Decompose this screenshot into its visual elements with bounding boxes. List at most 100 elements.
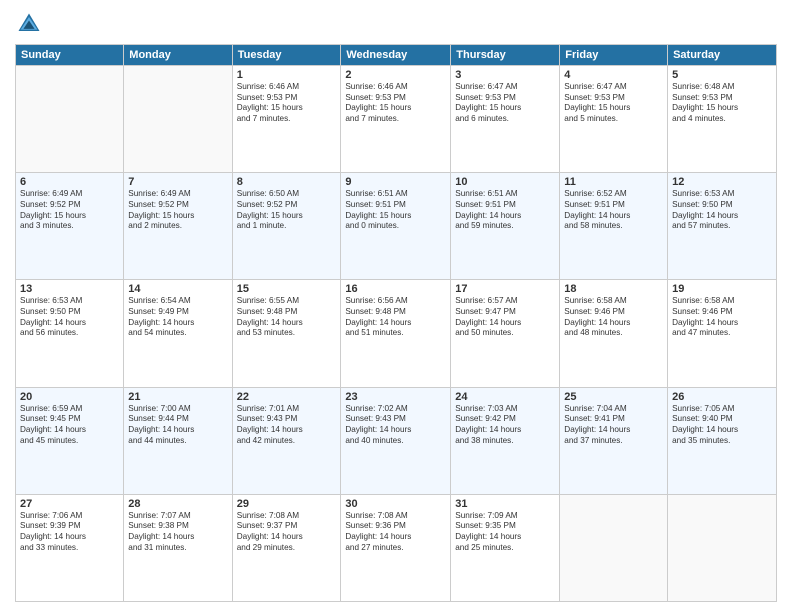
calendar-cell: 7Sunrise: 6:49 AM Sunset: 9:52 PM Daylig… (124, 173, 232, 280)
day-number: 25 (564, 391, 663, 403)
calendar-cell: 9Sunrise: 6:51 AM Sunset: 9:51 PM Daylig… (341, 173, 451, 280)
day-number: 20 (20, 391, 119, 403)
day-info: Sunrise: 6:54 AM Sunset: 9:49 PM Dayligh… (128, 296, 227, 339)
logo (15, 10, 47, 38)
day-info: Sunrise: 6:58 AM Sunset: 9:46 PM Dayligh… (564, 296, 663, 339)
calendar-cell: 10Sunrise: 6:51 AM Sunset: 9:51 PM Dayli… (451, 173, 560, 280)
day-number: 18 (564, 283, 663, 295)
day-info: Sunrise: 6:58 AM Sunset: 9:46 PM Dayligh… (672, 296, 772, 339)
day-number: 24 (455, 391, 555, 403)
calendar-cell: 2Sunrise: 6:46 AM Sunset: 9:53 PM Daylig… (341, 66, 451, 173)
calendar-cell: 3Sunrise: 6:47 AM Sunset: 9:53 PM Daylig… (451, 66, 560, 173)
day-info: Sunrise: 6:48 AM Sunset: 9:53 PM Dayligh… (672, 82, 772, 125)
calendar-cell: 30Sunrise: 7:08 AM Sunset: 9:36 PM Dayli… (341, 494, 451, 601)
calendar-cell: 19Sunrise: 6:58 AM Sunset: 9:46 PM Dayli… (668, 280, 777, 387)
day-number: 23 (345, 391, 446, 403)
day-number: 2 (345, 69, 446, 81)
calendar-cell (16, 66, 124, 173)
calendar-cell: 13Sunrise: 6:53 AM Sunset: 9:50 PM Dayli… (16, 280, 124, 387)
day-number: 21 (128, 391, 227, 403)
day-info: Sunrise: 6:56 AM Sunset: 9:48 PM Dayligh… (345, 296, 446, 339)
calendar-week-row: 6Sunrise: 6:49 AM Sunset: 9:52 PM Daylig… (16, 173, 777, 280)
weekday-header: Sunday (16, 45, 124, 66)
calendar-cell: 22Sunrise: 7:01 AM Sunset: 9:43 PM Dayli… (232, 387, 341, 494)
calendar-cell: 1Sunrise: 6:46 AM Sunset: 9:53 PM Daylig… (232, 66, 341, 173)
day-number: 27 (20, 498, 119, 510)
day-number: 11 (564, 176, 663, 188)
page: SundayMondayTuesdayWednesdayThursdayFrid… (0, 0, 792, 612)
weekday-header: Monday (124, 45, 232, 66)
day-number: 3 (455, 69, 555, 81)
day-info: Sunrise: 7:08 AM Sunset: 9:36 PM Dayligh… (345, 511, 446, 554)
calendar-week-row: 27Sunrise: 7:06 AM Sunset: 9:39 PM Dayli… (16, 494, 777, 601)
calendar-cell: 16Sunrise: 6:56 AM Sunset: 9:48 PM Dayli… (341, 280, 451, 387)
calendar-cell: 14Sunrise: 6:54 AM Sunset: 9:49 PM Dayli… (124, 280, 232, 387)
calendar-cell: 29Sunrise: 7:08 AM Sunset: 9:37 PM Dayli… (232, 494, 341, 601)
header (15, 10, 777, 38)
day-info: Sunrise: 6:51 AM Sunset: 9:51 PM Dayligh… (455, 189, 555, 232)
day-number: 17 (455, 283, 555, 295)
calendar-header-row: SundayMondayTuesdayWednesdayThursdayFrid… (16, 45, 777, 66)
day-info: Sunrise: 6:49 AM Sunset: 9:52 PM Dayligh… (20, 189, 119, 232)
calendar-cell: 21Sunrise: 7:00 AM Sunset: 9:44 PM Dayli… (124, 387, 232, 494)
day-number: 26 (672, 391, 772, 403)
calendar-cell: 18Sunrise: 6:58 AM Sunset: 9:46 PM Dayli… (560, 280, 668, 387)
calendar-cell: 23Sunrise: 7:02 AM Sunset: 9:43 PM Dayli… (341, 387, 451, 494)
day-info: Sunrise: 6:53 AM Sunset: 9:50 PM Dayligh… (672, 189, 772, 232)
calendar-cell: 25Sunrise: 7:04 AM Sunset: 9:41 PM Dayli… (560, 387, 668, 494)
calendar-cell: 4Sunrise: 6:47 AM Sunset: 9:53 PM Daylig… (560, 66, 668, 173)
calendar-cell: 26Sunrise: 7:05 AM Sunset: 9:40 PM Dayli… (668, 387, 777, 494)
day-number: 6 (20, 176, 119, 188)
calendar-cell (560, 494, 668, 601)
day-number: 29 (237, 498, 337, 510)
day-info: Sunrise: 6:55 AM Sunset: 9:48 PM Dayligh… (237, 296, 337, 339)
day-number: 13 (20, 283, 119, 295)
day-number: 5 (672, 69, 772, 81)
logo-icon (15, 10, 43, 38)
calendar-cell: 24Sunrise: 7:03 AM Sunset: 9:42 PM Dayli… (451, 387, 560, 494)
calendar-cell: 20Sunrise: 6:59 AM Sunset: 9:45 PM Dayli… (16, 387, 124, 494)
calendar-cell: 31Sunrise: 7:09 AM Sunset: 9:35 PM Dayli… (451, 494, 560, 601)
day-number: 9 (345, 176, 446, 188)
day-number: 1 (237, 69, 337, 81)
weekday-header: Friday (560, 45, 668, 66)
day-info: Sunrise: 7:01 AM Sunset: 9:43 PM Dayligh… (237, 404, 337, 447)
day-info: Sunrise: 6:47 AM Sunset: 9:53 PM Dayligh… (564, 82, 663, 125)
day-info: Sunrise: 6:59 AM Sunset: 9:45 PM Dayligh… (20, 404, 119, 447)
day-number: 10 (455, 176, 555, 188)
calendar-cell: 12Sunrise: 6:53 AM Sunset: 9:50 PM Dayli… (668, 173, 777, 280)
day-info: Sunrise: 7:04 AM Sunset: 9:41 PM Dayligh… (564, 404, 663, 447)
day-number: 4 (564, 69, 663, 81)
day-info: Sunrise: 7:00 AM Sunset: 9:44 PM Dayligh… (128, 404, 227, 447)
day-number: 22 (237, 391, 337, 403)
day-info: Sunrise: 7:05 AM Sunset: 9:40 PM Dayligh… (672, 404, 772, 447)
day-info: Sunrise: 6:46 AM Sunset: 9:53 PM Dayligh… (345, 82, 446, 125)
day-number: 28 (128, 498, 227, 510)
calendar-cell: 11Sunrise: 6:52 AM Sunset: 9:51 PM Dayli… (560, 173, 668, 280)
day-number: 19 (672, 283, 772, 295)
calendar-cell: 8Sunrise: 6:50 AM Sunset: 9:52 PM Daylig… (232, 173, 341, 280)
day-number: 30 (345, 498, 446, 510)
day-info: Sunrise: 7:09 AM Sunset: 9:35 PM Dayligh… (455, 511, 555, 554)
day-info: Sunrise: 7:07 AM Sunset: 9:38 PM Dayligh… (128, 511, 227, 554)
weekday-header: Wednesday (341, 45, 451, 66)
calendar-cell (668, 494, 777, 601)
day-info: Sunrise: 6:57 AM Sunset: 9:47 PM Dayligh… (455, 296, 555, 339)
calendar-cell: 15Sunrise: 6:55 AM Sunset: 9:48 PM Dayli… (232, 280, 341, 387)
weekday-header: Thursday (451, 45, 560, 66)
day-number: 8 (237, 176, 337, 188)
calendar-week-row: 20Sunrise: 6:59 AM Sunset: 9:45 PM Dayli… (16, 387, 777, 494)
day-info: Sunrise: 7:06 AM Sunset: 9:39 PM Dayligh… (20, 511, 119, 554)
day-number: 31 (455, 498, 555, 510)
day-number: 16 (345, 283, 446, 295)
calendar-cell: 5Sunrise: 6:48 AM Sunset: 9:53 PM Daylig… (668, 66, 777, 173)
day-info: Sunrise: 7:08 AM Sunset: 9:37 PM Dayligh… (237, 511, 337, 554)
calendar-cell: 6Sunrise: 6:49 AM Sunset: 9:52 PM Daylig… (16, 173, 124, 280)
day-info: Sunrise: 7:02 AM Sunset: 9:43 PM Dayligh… (345, 404, 446, 447)
day-number: 12 (672, 176, 772, 188)
weekday-header: Tuesday (232, 45, 341, 66)
day-info: Sunrise: 6:53 AM Sunset: 9:50 PM Dayligh… (20, 296, 119, 339)
weekday-header: Saturday (668, 45, 777, 66)
day-info: Sunrise: 7:03 AM Sunset: 9:42 PM Dayligh… (455, 404, 555, 447)
calendar-cell (124, 66, 232, 173)
